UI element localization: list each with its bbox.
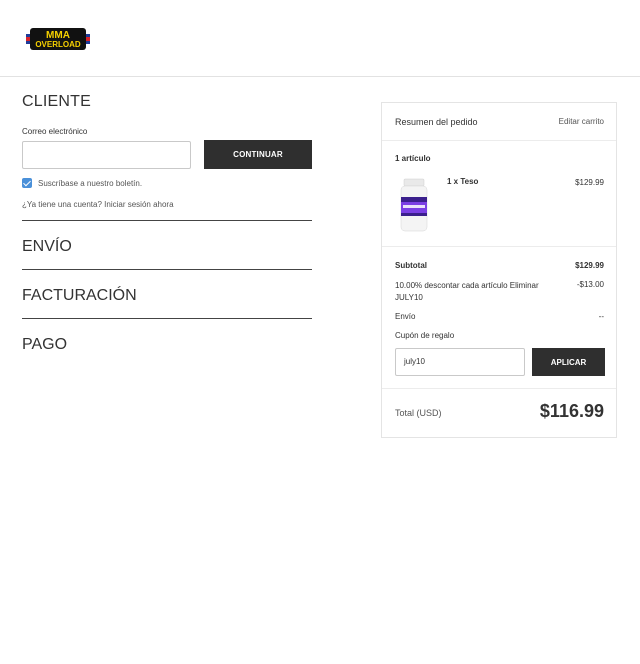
newsletter-option[interactable]: Suscríbase a nuestro boletín.: [22, 178, 142, 188]
total-label: Total (USD): [395, 408, 442, 418]
shipping-row: Envío --: [395, 312, 604, 321]
section-divider: [22, 269, 312, 270]
coupon-field[interactable]: july10: [395, 348, 525, 376]
discount-value: -$13.00: [576, 280, 604, 289]
step-payment-title: PAGO: [22, 336, 68, 353]
subtotal-row: Subtotal $129.99: [395, 261, 604, 270]
newsletter-checkbox[interactable]: [22, 178, 32, 188]
step-billing-title: FACTURACIÓN: [22, 287, 137, 304]
summary-divider: [382, 246, 616, 247]
subtotal-label: Subtotal: [395, 261, 427, 270]
order-summary-title: Resumen del pedido: [395, 117, 478, 127]
shipping-label: Envío: [395, 312, 416, 321]
order-summary: Resumen del pedido Editar carrito 1 artí…: [381, 102, 617, 438]
continue-button[interactable]: CONTINUAR: [204, 140, 312, 169]
site-header: MMA OVERLOAD: [0, 0, 640, 77]
summary-divider: [382, 388, 616, 389]
edit-cart-link[interactable]: Editar carrito: [559, 117, 604, 126]
product-image: [400, 178, 428, 232]
login-prompt: ¿Ya tiene una cuenta? Iniciar sesión aho…: [22, 200, 174, 209]
newsletter-label: Suscríbase a nuestro boletín.: [38, 178, 143, 188]
section-divider: [22, 220, 312, 221]
discount-label: 10.00% descontar cada artículo Eliminar …: [395, 281, 539, 302]
login-link[interactable]: Iniciar sesión ahora: [104, 200, 173, 209]
step-shipping-title: ENVÍO: [22, 238, 72, 255]
apply-coupon-button[interactable]: APLICAR: [532, 348, 605, 376]
shipping-value: --: [598, 312, 604, 321]
customer-section-title: CLIENTE: [22, 93, 91, 110]
brand-logo[interactable]: MMA OVERLOAD: [26, 26, 90, 52]
email-field[interactable]: [22, 141, 191, 169]
product-name: 1 x Teso: [447, 177, 479, 186]
product-price: $129.99: [575, 178, 604, 187]
section-divider: [22, 318, 312, 319]
coupon-label: Cupón de regalo: [395, 331, 455, 340]
total-value: $116.99: [539, 401, 604, 421]
order-summary-header: Resumen del pedido Editar carrito: [382, 103, 616, 141]
item-count: 1 artículo: [395, 154, 431, 163]
email-label: Correo electrónico: [22, 127, 88, 136]
subtotal-value: $129.99: [575, 261, 604, 270]
svg-text:OVERLOAD: OVERLOAD: [35, 40, 81, 49]
